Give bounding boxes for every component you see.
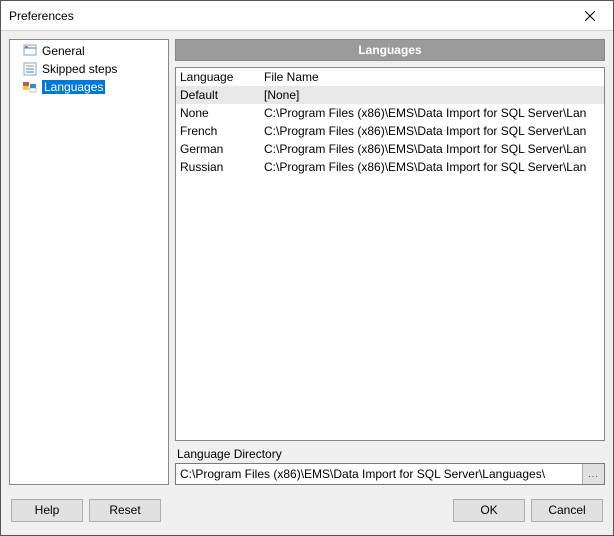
titlebar: Preferences <box>1 1 613 31</box>
window-title: Preferences <box>9 9 74 23</box>
preferences-window: Preferences General <box>0 0 614 536</box>
browse-button[interactable]: ... <box>582 464 604 484</box>
skipped-steps-icon <box>22 61 38 77</box>
reset-button[interactable]: Reset <box>89 499 161 522</box>
grid-row[interactable]: German C:\Program Files (x86)\EMS\Data I… <box>176 140 604 158</box>
grid-row[interactable]: Default [None] <box>176 86 604 104</box>
sidebar-item-languages[interactable]: Languages <box>10 78 168 96</box>
grid-row[interactable]: French C:\Program Files (x86)\EMS\Data I… <box>176 122 604 140</box>
languages-grid[interactable]: Language File Name Default [None] None <box>175 67 605 441</box>
cell-language: None <box>176 104 260 122</box>
cell-filename: C:\Program Files (x86)\EMS\Data Import f… <box>260 158 604 176</box>
cell-language: German <box>176 140 260 158</box>
cell-language: Russian <box>176 158 260 176</box>
grid-row[interactable]: Russian C:\Program Files (x86)\EMS\Data … <box>176 158 604 176</box>
footer: Help Reset OK Cancel <box>9 493 605 527</box>
client-area: General Skipped steps <box>1 31 613 535</box>
sidebar-item-label: Languages <box>42 80 105 94</box>
grid-row[interactable]: None C:\Program Files (x86)\EMS\Data Imp… <box>176 104 604 122</box>
language-directory-group: Language Directory ... <box>175 447 605 485</box>
sidebar-item-label: General <box>42 44 85 58</box>
grid-header-row: Language File Name <box>176 68 604 86</box>
body: General Skipped steps <box>9 39 605 485</box>
general-icon <box>22 43 38 59</box>
ok-button[interactable]: OK <box>453 499 525 522</box>
col-header-language[interactable]: Language <box>176 68 260 86</box>
cell-filename: C:\Program Files (x86)\EMS\Data Import f… <box>260 140 604 158</box>
languages-icon <box>22 79 38 95</box>
close-button[interactable] <box>575 4 605 28</box>
cell-filename: [None] <box>260 86 604 104</box>
footer-left: Help Reset <box>11 499 161 522</box>
cell-filename: C:\Program Files (x86)\EMS\Data Import f… <box>260 122 604 140</box>
sidebar-item-general[interactable]: General <box>10 42 168 60</box>
main-panel: Languages Language File Name Default <box>175 39 605 485</box>
close-icon <box>585 11 595 21</box>
sidebar-item-label: Skipped steps <box>42 62 117 76</box>
panel-header: Languages <box>175 39 605 61</box>
language-directory-input[interactable] <box>176 464 582 484</box>
cell-language: Default <box>176 86 260 104</box>
footer-right: OK Cancel <box>453 499 603 522</box>
cell-language: French <box>176 122 260 140</box>
help-button[interactable]: Help <box>11 499 83 522</box>
language-directory-field-wrap: ... <box>175 463 605 485</box>
language-directory-label: Language Directory <box>175 447 605 461</box>
cell-filename: C:\Program Files (x86)\EMS\Data Import f… <box>260 104 604 122</box>
sidebar-item-skipped-steps[interactable]: Skipped steps <box>10 60 168 78</box>
col-header-filename[interactable]: File Name <box>260 68 604 86</box>
category-tree: General Skipped steps <box>9 39 169 485</box>
cancel-button[interactable]: Cancel <box>531 499 603 522</box>
